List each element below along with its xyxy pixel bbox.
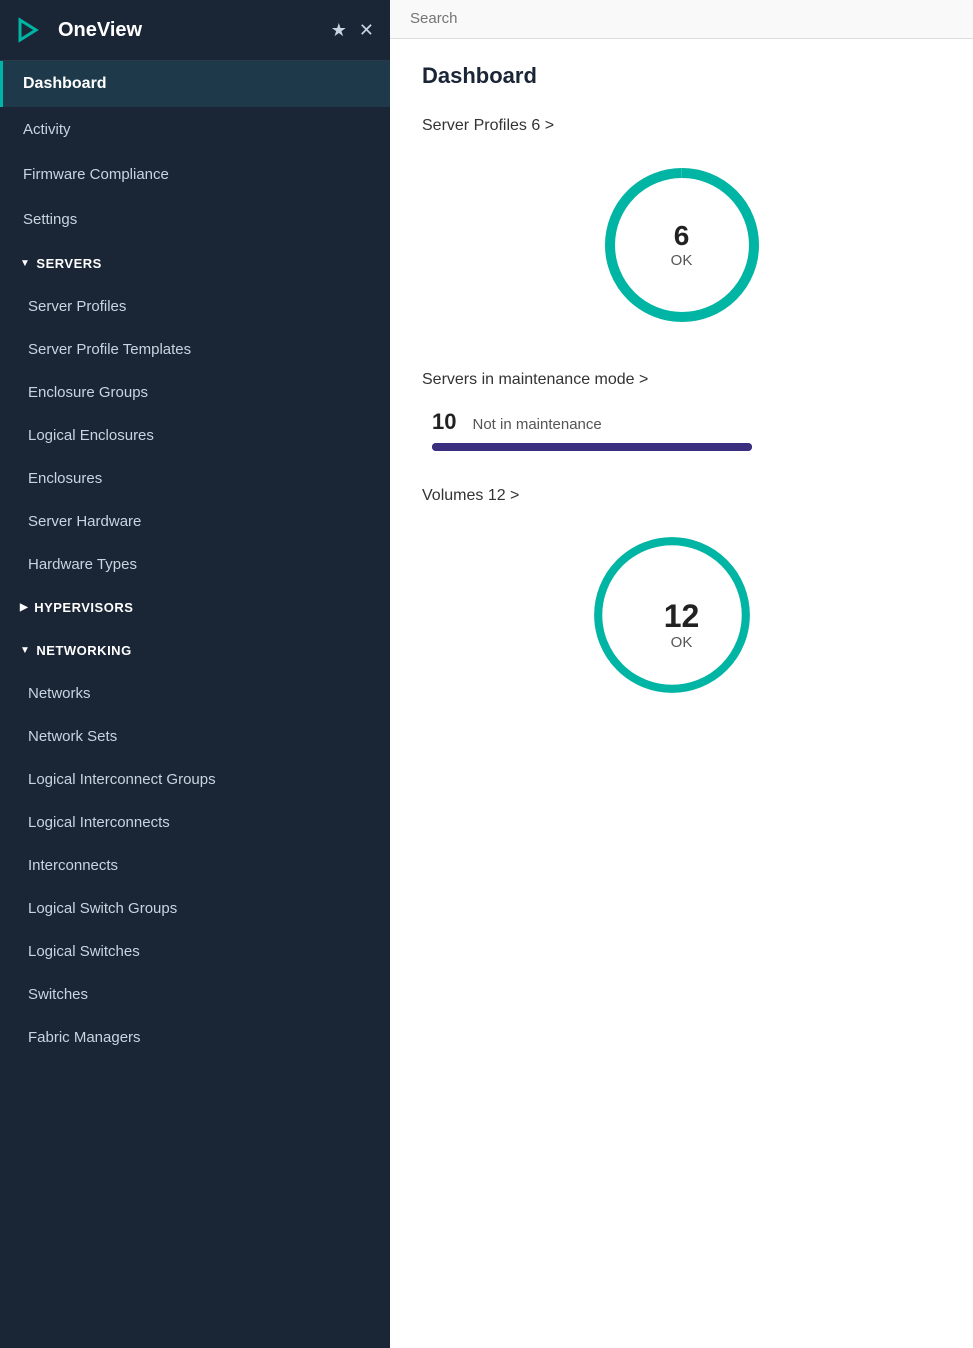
- maintenance-widget-title[interactable]: Servers in maintenance mode >: [422, 371, 941, 389]
- close-icon[interactable]: ✕: [359, 20, 374, 41]
- content-area: Dashboard Server Profiles 6 > 6 OK: [390, 39, 973, 1348]
- sidebar-item-server-profile-templates[interactable]: Server Profile Templates: [0, 328, 390, 371]
- volumes-widget-title[interactable]: Volumes 12 >: [422, 487, 941, 505]
- sidebar-item-settings[interactable]: Settings: [0, 197, 390, 242]
- maintenance-bar-fill: [432, 443, 752, 451]
- volumes-donut: 12 OK: [582, 525, 782, 725]
- sidebar-item-logical-enclosures[interactable]: Logical Enclosures: [0, 414, 390, 457]
- sidebar-item-dashboard[interactable]: Dashboard: [0, 61, 390, 107]
- sidebar-item-server-profiles[interactable]: Server Profiles: [0, 285, 390, 328]
- sidebar-item-interconnects[interactable]: Interconnects: [0, 844, 390, 887]
- sidebar-item-enclosure-groups[interactable]: Enclosure Groups: [0, 371, 390, 414]
- volumes-widget: Volumes 12 > 12 OK: [422, 487, 941, 725]
- sidebar-item-server-hardware[interactable]: Server Hardware: [0, 500, 390, 543]
- search-bar: [390, 0, 973, 39]
- networking-arrow-icon: ▼: [20, 645, 30, 656]
- section-header-networking[interactable]: ▼ NETWORKING: [0, 629, 390, 672]
- server-profiles-donut-container: 6 OK: [422, 155, 941, 335]
- header-icons: ★ ✕: [331, 20, 374, 41]
- app-title: OneView: [58, 19, 331, 42]
- maintenance-bar-widget: 10 Not in maintenance: [422, 409, 941, 451]
- hypervisors-arrow-icon: ▶: [20, 602, 28, 613]
- server-profiles-donut-text: 6 OK: [671, 221, 693, 269]
- server-profiles-status: OK: [671, 252, 693, 269]
- sidebar-item-activity[interactable]: Activity: [0, 107, 390, 152]
- server-profiles-widget-title[interactable]: Server Profiles 6 >: [422, 117, 941, 135]
- section-header-hypervisors[interactable]: ▶ HYPERVISORS: [0, 586, 390, 629]
- sidebar-item-fabric-managers[interactable]: Fabric Managers: [0, 1016, 390, 1059]
- servers-arrow-icon: ▼: [20, 258, 30, 269]
- volumes-donut-text: 12 OK: [664, 599, 700, 651]
- server-profiles-donut: 6 OK: [592, 155, 772, 335]
- sidebar-item-logical-interconnect-groups[interactable]: Logical Interconnect Groups: [0, 758, 390, 801]
- maintenance-bar-track: [432, 443, 752, 451]
- sidebar-header: OneView ★ ✕: [0, 0, 390, 61]
- sidebar-item-enclosures[interactable]: Enclosures: [0, 457, 390, 500]
- sidebar-item-hardware-types[interactable]: Hardware Types: [0, 543, 390, 586]
- maintenance-widget: Servers in maintenance mode > 10 Not in …: [422, 371, 941, 451]
- search-input[interactable]: [410, 10, 953, 27]
- sidebar-nav: Dashboard Activity Firmware Compliance S…: [0, 61, 390, 1348]
- page-title: Dashboard: [422, 63, 941, 89]
- section-header-servers[interactable]: ▼ SERVERS: [0, 242, 390, 285]
- pin-icon[interactable]: ★: [331, 20, 347, 41]
- maintenance-label-row: 10 Not in maintenance: [432, 409, 931, 435]
- sidebar-item-switches[interactable]: Switches: [0, 973, 390, 1016]
- maintenance-description: Not in maintenance: [472, 416, 601, 433]
- sidebar-item-network-sets[interactable]: Network Sets: [0, 715, 390, 758]
- sidebar: OneView ★ ✕ Dashboard Activity Firmware …: [0, 0, 390, 1348]
- sidebar-item-logical-switches[interactable]: Logical Switches: [0, 930, 390, 973]
- maintenance-count: 10: [432, 409, 456, 435]
- sidebar-item-logical-switch-groups[interactable]: Logical Switch Groups: [0, 887, 390, 930]
- main-content: Dashboard Server Profiles 6 > 6 OK: [390, 0, 973, 1348]
- volumes-count: 12: [664, 599, 700, 634]
- oneview-logo-icon: [16, 14, 48, 46]
- sidebar-item-networks[interactable]: Networks: [0, 672, 390, 715]
- sidebar-item-logical-interconnects[interactable]: Logical Interconnects: [0, 801, 390, 844]
- volumes-status: OK: [664, 634, 700, 651]
- server-profiles-widget: Server Profiles 6 > 6 OK: [422, 117, 941, 335]
- volumes-donut-container: 12 OK: [422, 525, 941, 725]
- sidebar-item-firmware-compliance[interactable]: Firmware Compliance: [0, 152, 390, 197]
- server-profiles-count: 6: [671, 221, 693, 252]
